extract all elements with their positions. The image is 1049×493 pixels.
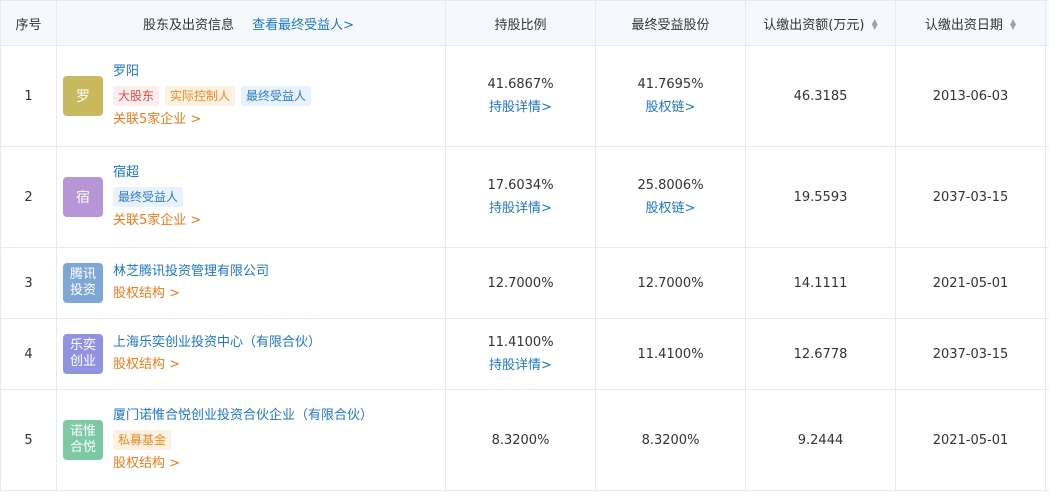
holder-name-link[interactable]: 林芝腾讯投资管理有限公司: [113, 264, 269, 280]
ratio-cell: 11.4100% 持股详情>: [445, 318, 596, 390]
amount-cell: 9.2444: [745, 389, 896, 491]
view-ultimate-beneficiary-link[interactable]: 查看最终受益人>: [252, 18, 354, 33]
ratio-cell: 8.3200%: [445, 389, 596, 491]
date-cell: 2021-05-01: [895, 247, 1046, 319]
related-companies-link[interactable]: 关联5家企业 >: [113, 112, 311, 128]
holder-cell: 乐奕 创业 上海乐奕创业投资中心（有限合伙） 股权结构 >: [56, 318, 446, 390]
avatar-line: 腾讯: [69, 267, 96, 282]
avatar-line: 乐奕: [69, 338, 96, 353]
avatar: 乐奕 创业: [63, 334, 103, 374]
equity-chain-link[interactable]: 股权链>: [646, 197, 696, 216]
avatar-line: 创业: [69, 354, 96, 369]
holder-cell: 腾讯 投资 林芝腾讯投资管理有限公司 股权结构 >: [56, 247, 446, 319]
header-date[interactable]: 认缴出资日期 ▲ ▼: [895, 0, 1046, 46]
tag-major-shareholder: 大股东: [113, 86, 160, 106]
header-holder-label: 股东及出资信息: [143, 17, 235, 33]
avatar-line: 合悦: [69, 440, 96, 455]
ratio-value: 41.6867%: [487, 77, 554, 92]
sort-icon[interactable]: ▲ ▼: [1010, 18, 1016, 31]
header-holder: 股东及出资信息 查看最终受益人>: [56, 0, 446, 46]
ratio-cell: 41.6867% 持股详情>: [445, 45, 596, 147]
holder-cell: 宿 宿超 最终受益人 关联5家企业 >: [56, 146, 446, 248]
header-extra: [1045, 0, 1049, 46]
date-cell: 2037-03-15: [895, 318, 1046, 390]
table-header-row: 序号 股东及出资信息 查看最终受益人> 持股比例 最终受益股份 认缴出资额(万元…: [0, 0, 1049, 46]
holding-details-link[interactable]: 持股详情>: [489, 96, 552, 115]
header-amount-label: 认缴出资额(万元): [763, 17, 865, 33]
equity-structure-link[interactable]: 股权结构 >: [113, 357, 321, 373]
avatar: 诺惟 合悦: [63, 420, 103, 460]
holder-name-link[interactable]: 厦门诺惟合悦创业投资合伙企业（有限合伙）: [113, 408, 373, 424]
benefit-cell: 11.4100%: [595, 318, 746, 390]
amount-cell: 12.6778: [745, 318, 896, 390]
holder-name-link[interactable]: 罗阳: [113, 64, 311, 80]
holding-details-link[interactable]: 持股详情>: [489, 354, 552, 373]
tag-private-fund: 私募基金: [113, 430, 172, 450]
extra-cell: [1045, 389, 1049, 491]
holder-cell: 诺惟 合悦 厦门诺惟合悦创业投资合伙企业（有限合伙） 私募基金 股权结构 >: [56, 389, 446, 491]
holder-name-link[interactable]: 上海乐奕创业投资中心（有限合伙）: [113, 335, 321, 351]
benefit-value: 12.7000%: [637, 275, 704, 291]
amount-cell: 14.1111: [745, 247, 896, 319]
amount-cell: 46.3185: [745, 45, 896, 147]
ratio-cell: 12.7000%: [445, 247, 596, 319]
benefit-cell: 12.7000%: [595, 247, 746, 319]
equity-structure-link[interactable]: 股权结构 >: [113, 286, 269, 302]
header-amount[interactable]: 认缴出资额(万元) ▲ ▼: [745, 0, 896, 46]
header-ratio: 持股比例: [445, 0, 596, 46]
header-date-label: 认缴出资日期: [924, 17, 1003, 33]
ratio-value: 11.4100%: [487, 335, 554, 350]
benefit-cell: 8.3200%: [595, 389, 746, 491]
avatar: 罗: [63, 76, 103, 116]
equity-structure-link[interactable]: 股权结构 >: [113, 456, 373, 472]
extra-cell: [1045, 247, 1049, 319]
row-seq: 5: [0, 389, 57, 491]
row-seq: 2: [0, 146, 57, 248]
sort-icon[interactable]: ▲ ▼: [872, 18, 878, 31]
benefit-value: 25.8006%: [637, 178, 704, 193]
related-companies-link[interactable]: 关联5家企业 >: [113, 213, 201, 229]
row-seq: 1: [0, 45, 57, 147]
avatar: 腾讯 投资: [63, 263, 103, 303]
date-cell: 2037-03-15: [895, 146, 1046, 248]
tag-actual-controller: 实际控制人: [165, 86, 236, 106]
holding-details-link[interactable]: 持股详情>: [489, 197, 552, 216]
avatar-line: 投资: [69, 283, 96, 298]
table-row: 2 宿 宿超 最终受益人 关联5家企业 > 17.6034% 持股详情> 25.…: [0, 146, 1049, 248]
avatar-line: 诺惟: [69, 424, 96, 439]
table-row: 1 罗 罗阳 大股东 实际控制人 最终受益人 关联5家企业 > 41.6867%…: [0, 45, 1049, 147]
benefit-cell: 25.8006% 股权链>: [595, 146, 746, 248]
benefit-value: 8.3200%: [641, 432, 700, 448]
benefit-cell: 41.7695% 股权链>: [595, 45, 746, 147]
holder-name-link[interactable]: 宿超: [113, 165, 201, 181]
shareholder-table: 序号 股东及出资信息 查看最终受益人> 持股比例 最终受益股份 认缴出资额(万元…: [0, 0, 1049, 491]
extra-cell: [1045, 318, 1049, 390]
table-row: 5 诺惟 合悦 厦门诺惟合悦创业投资合伙企业（有限合伙） 私募基金 股权结构 >: [0, 389, 1049, 491]
benefit-value: 41.7695%: [637, 77, 704, 92]
amount-cell: 19.5593: [745, 146, 896, 248]
table-row: 3 腾讯 投资 林芝腾讯投资管理有限公司 股权结构 > 12.7000% 12.…: [0, 247, 1049, 319]
date-cell: 2013-06-03: [895, 45, 1046, 147]
tag-ultimate-beneficiary: 最终受益人: [241, 86, 312, 106]
extra-cell: [1045, 45, 1049, 147]
holder-cell: 罗 罗阳 大股东 实际控制人 最终受益人 关联5家企业 >: [56, 45, 446, 147]
row-seq: 3: [0, 247, 57, 319]
ratio-cell: 17.6034% 持股详情>: [445, 146, 596, 248]
table-row: 4 乐奕 创业 上海乐奕创业投资中心（有限合伙） 股权结构 > 11.4100%: [0, 318, 1049, 390]
date-cell: 2021-05-01: [895, 389, 1046, 491]
tag-ultimate-beneficiary: 最终受益人: [113, 187, 184, 207]
avatar: 宿: [63, 177, 103, 217]
ratio-value: 8.3200%: [491, 432, 550, 448]
header-benefit: 最终受益股份: [595, 0, 746, 46]
benefit-value: 11.4100%: [637, 346, 704, 362]
equity-chain-link[interactable]: 股权链>: [646, 96, 696, 115]
ratio-value: 17.6034%: [487, 178, 554, 193]
ratio-value: 12.7000%: [487, 275, 554, 291]
row-seq: 4: [0, 318, 57, 390]
header-seq: 序号: [0, 0, 57, 46]
extra-cell: [1045, 146, 1049, 248]
